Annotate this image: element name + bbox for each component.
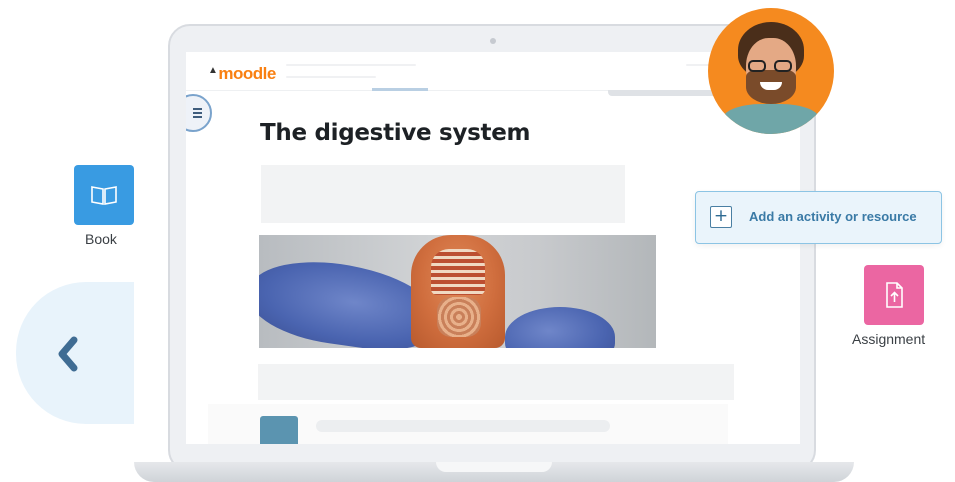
user-avatar bbox=[708, 8, 834, 134]
plus-icon: + bbox=[710, 206, 732, 228]
book-open-icon bbox=[91, 186, 117, 205]
book-label: Book bbox=[85, 231, 117, 247]
assignment-activity-tile[interactable] bbox=[864, 265, 924, 325]
gloved-hand-right bbox=[505, 307, 615, 348]
nav-placeholder bbox=[286, 76, 376, 78]
previous-panel[interactable] bbox=[16, 282, 134, 424]
list-icon bbox=[193, 108, 202, 118]
ribcage bbox=[431, 249, 485, 295]
book-activity-tile[interactable] bbox=[74, 165, 134, 225]
laptop-screen: ▲moodle The digestive system bbox=[186, 52, 800, 444]
nav-placeholder bbox=[286, 64, 416, 66]
active-nav-tab[interactable] bbox=[372, 88, 428, 91]
intestines bbox=[437, 297, 481, 337]
activity-title-placeholder bbox=[316, 420, 610, 432]
section-placeholder bbox=[258, 364, 734, 400]
add-activity-button[interactable]: + Add an activity or resource bbox=[695, 191, 942, 244]
file-upload-icon bbox=[886, 282, 903, 308]
moodle-logo[interactable]: ▲moodle bbox=[208, 64, 276, 84]
course-index-toggle[interactable] bbox=[186, 94, 212, 132]
activity-icon bbox=[260, 416, 298, 444]
anatomy-image bbox=[259, 235, 656, 348]
graduation-cap-icon: ▲ bbox=[208, 65, 218, 76]
chevron-left-icon[interactable] bbox=[54, 334, 82, 374]
avatar-glasses bbox=[748, 60, 794, 72]
header-placeholder bbox=[608, 90, 728, 96]
assignment-label: Assignment bbox=[852, 331, 926, 347]
laptop-notch bbox=[436, 462, 552, 472]
logo-text: moodle bbox=[218, 64, 276, 83]
camera-dot bbox=[490, 38, 496, 44]
page-title: The digestive system bbox=[260, 120, 531, 146]
avatar-shirt bbox=[722, 104, 820, 134]
add-activity-label: Add an activity or resource bbox=[749, 209, 917, 224]
text-placeholder bbox=[261, 165, 625, 223]
